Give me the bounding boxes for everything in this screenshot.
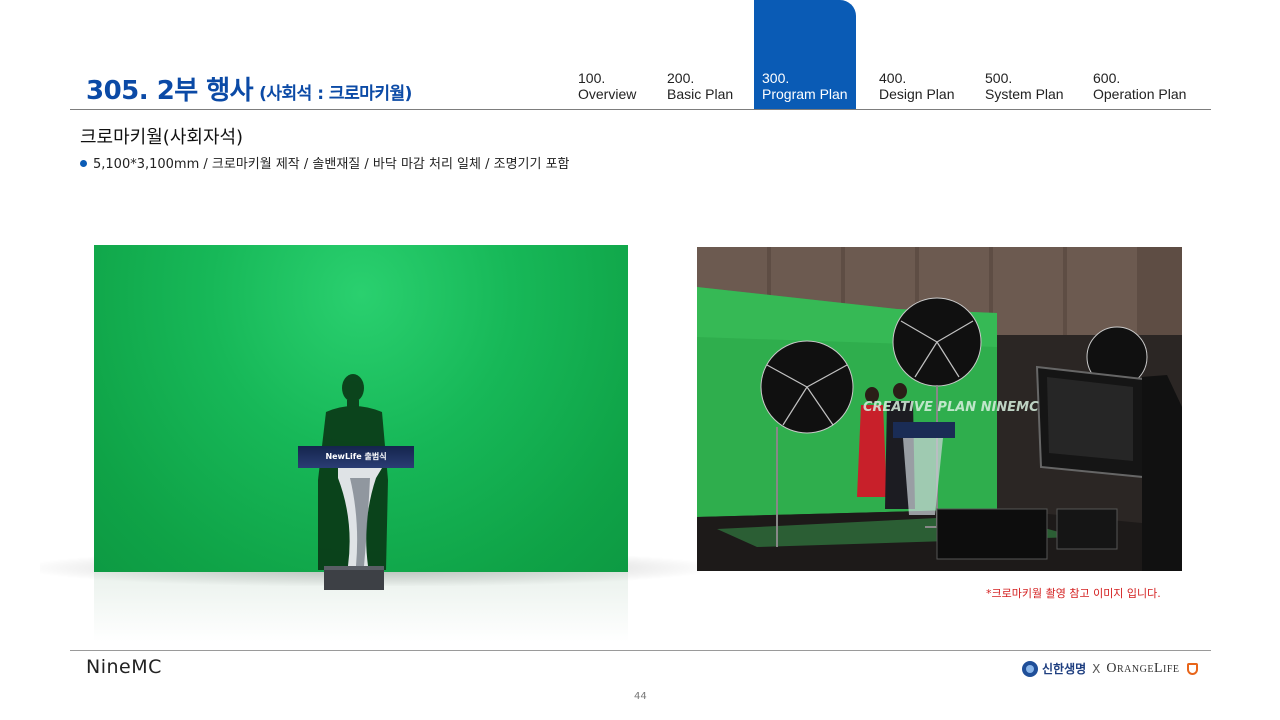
tab-overview[interactable]: 100. Overview: [578, 70, 636, 108]
page-number: 44: [634, 691, 647, 702]
tab-label: Design Plan: [879, 86, 955, 102]
tab-label: Overview: [578, 86, 637, 102]
header-divider: [70, 109, 1211, 110]
monitor: [1035, 365, 1144, 479]
shinhan-logo-text: 신한생명: [1042, 662, 1087, 676]
logo-separator: X: [1092, 661, 1101, 676]
client-logos: 신한생명 X OrangeLife: [1022, 660, 1198, 677]
tab-basic-plan[interactable]: 200. Basic Plan: [667, 70, 733, 108]
page-title-sub: (사회석 : 크로마키월): [259, 84, 412, 104]
tab-label: System Plan: [985, 86, 1064, 102]
tab-label: Operation Plan: [1093, 86, 1187, 102]
tab-operation-plan[interactable]: 600. Operation Plan: [1093, 70, 1186, 108]
section-title: 크로마키월(사회자석): [80, 127, 244, 148]
orangelife-logo-icon: [1186, 662, 1198, 675]
tab-number: 200.: [667, 70, 695, 86]
podium-banner: NewLife 출범식: [298, 446, 414, 468]
page-title: 305. 2부 행사 (사회석 : 크로마키월): [86, 70, 412, 107]
spec-bullet: 5,100*3,100mm / 크로마키월 제작 / 솔밴재질 / 바닥 마감 …: [80, 153, 570, 172]
photo-overlay-text: CREATIVE PLAN NINEMC: [863, 400, 1039, 415]
shinhan-logo-icon: [1022, 660, 1038, 677]
tab-label: Program Plan: [762, 86, 848, 102]
bullet-dot-icon: [80, 160, 87, 167]
photo-caption: *크로마키월 촬영 참고 이미지 입니다.: [986, 587, 1161, 600]
ninemc-logo: NineMC: [86, 656, 162, 678]
tab-number: 300.: [762, 70, 790, 86]
tab-number: 400.: [879, 70, 907, 86]
tab-system-plan[interactable]: 500. System Plan: [985, 70, 1064, 108]
tab-design-plan[interactable]: 400. Design Plan: [879, 70, 955, 108]
speaker-podium-illustration: [318, 374, 388, 590]
chroma-studio-photo: CREATIVE PLAN NINEMC: [697, 247, 1182, 571]
page-title-main: 305. 2부 행사: [86, 76, 254, 106]
tab-label: Basic Plan: [667, 86, 734, 102]
tab-number: 100.: [578, 70, 606, 86]
tab-number: 600.: [1093, 70, 1121, 86]
tab-number: 500.: [985, 70, 1013, 86]
tab-program-plan[interactable]: 300. Program Plan: [754, 0, 856, 109]
orangelife-logo-text: OrangeLife: [1106, 660, 1180, 676]
spec-text: 5,100*3,100mm / 크로마키월 제작 / 솔밴재질 / 바닥 마감 …: [93, 157, 570, 172]
footer-divider: [70, 650, 1211, 651]
